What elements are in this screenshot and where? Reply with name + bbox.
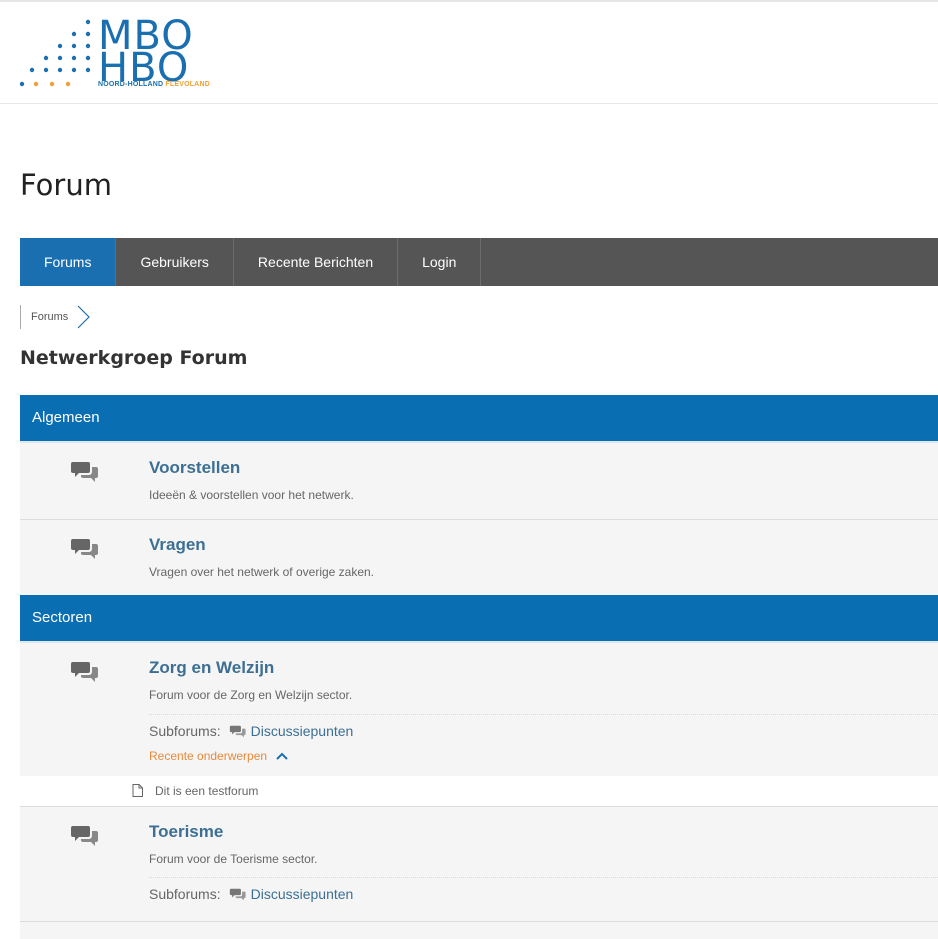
nav-item-gebruikers[interactable]: Gebruikers bbox=[116, 238, 234, 286]
site-header: MBO HBO NOORD-HOLLAND FLEVOLAND bbox=[0, 2, 938, 104]
subforums-list: Subforums: Discussiepunten bbox=[149, 886, 353, 902]
forum-description: Vragen over het netwerk of overige zaken… bbox=[149, 565, 375, 579]
nav-item-login[interactable]: Login bbox=[398, 238, 482, 286]
page-title: Forum bbox=[20, 168, 112, 202]
document-icon bbox=[132, 784, 143, 797]
forum-description: Forum voor de Zorg en Welzijn sector. bbox=[149, 688, 353, 702]
forum-description: Ideeën & voorstellen voor het netwerk. bbox=[149, 488, 354, 502]
breadcrumb-label: Forums bbox=[31, 311, 69, 323]
comments-icon bbox=[71, 462, 98, 482]
nav-item-forums[interactable]: Forums bbox=[20, 238, 117, 286]
subforums-label: Subforums: bbox=[149, 723, 221, 739]
divider bbox=[149, 714, 938, 715]
divider bbox=[149, 877, 938, 878]
section-header-algemeen[interactable]: Algemeen bbox=[20, 395, 938, 443]
chevron-up-icon bbox=[276, 752, 288, 760]
recent-topics-toggle[interactable]: Recente onderwerpen bbox=[149, 749, 289, 763]
comments-icon bbox=[229, 725, 246, 738]
logo-region: NOORD-HOLLAND FLEVOLAND bbox=[98, 81, 210, 88]
subforums-list: Subforums: Discussiepunten bbox=[149, 723, 353, 739]
nav-item-recente-berichten[interactable]: Recente Berichten bbox=[234, 238, 399, 286]
subforum-link-discussiepunten[interactable]: Discussiepunten bbox=[251, 886, 354, 902]
logo-region-noord-holland: NOORD-HOLLAND bbox=[98, 81, 164, 88]
comments-icon bbox=[229, 888, 246, 901]
breadcrumb: Forums bbox=[20, 305, 91, 329]
forum-row-voorstellen: Voorstellen Ideeën & voorstellen voor he… bbox=[20, 443, 938, 520]
forum-description: Forum voor de Toerisme sector. bbox=[149, 852, 318, 866]
site-logo[interactable]: MBO HBO NOORD-HOLLAND FLEVOLAND bbox=[18, 16, 210, 94]
forum-row-toerisme: Toerisme Forum voor de Toerisme sector. … bbox=[20, 807, 938, 922]
section-header-sectoren[interactable]: Sectoren bbox=[20, 595, 938, 643]
logo-dots-graphic bbox=[19, 19, 91, 87]
comments-icon bbox=[71, 662, 98, 682]
forum-title-zorg-en-welzijn[interactable]: Zorg en Welzijn bbox=[149, 658, 274, 678]
forum-row-zorg-en-welzijn: Zorg en Welzijn Forum voor de Zorg en We… bbox=[20, 643, 938, 776]
forum-subtitle: Netwerkgroep Forum bbox=[20, 347, 248, 369]
comments-icon bbox=[71, 539, 98, 559]
recent-topic-row: Dit is een testforum bbox=[20, 776, 938, 807]
forum-title-vragen[interactable]: Vragen bbox=[149, 535, 206, 555]
recent-topics-label: Recente onderwerpen bbox=[149, 749, 268, 763]
forum-title-toerisme[interactable]: Toerisme bbox=[149, 822, 223, 842]
breadcrumb-chevron-icon bbox=[77, 305, 91, 329]
recent-topic-link[interactable]: Dit is een testforum bbox=[155, 784, 258, 798]
main-nav: Forums Gebruikers Recente Berichten Logi… bbox=[20, 238, 938, 286]
forum-row-partial bbox=[20, 922, 938, 939]
subforums-label: Subforums: bbox=[149, 886, 221, 902]
forum-title-voorstellen[interactable]: Voorstellen bbox=[149, 458, 240, 478]
logo-region-flevoland: FLEVOLAND bbox=[165, 81, 210, 88]
forum-row-vragen: Vragen Vragen over het netwerk of overig… bbox=[20, 520, 938, 596]
breadcrumb-item-forums[interactable]: Forums bbox=[20, 305, 91, 329]
subforum-link-discussiepunten[interactable]: Discussiepunten bbox=[251, 723, 354, 739]
comments-icon bbox=[71, 826, 98, 846]
